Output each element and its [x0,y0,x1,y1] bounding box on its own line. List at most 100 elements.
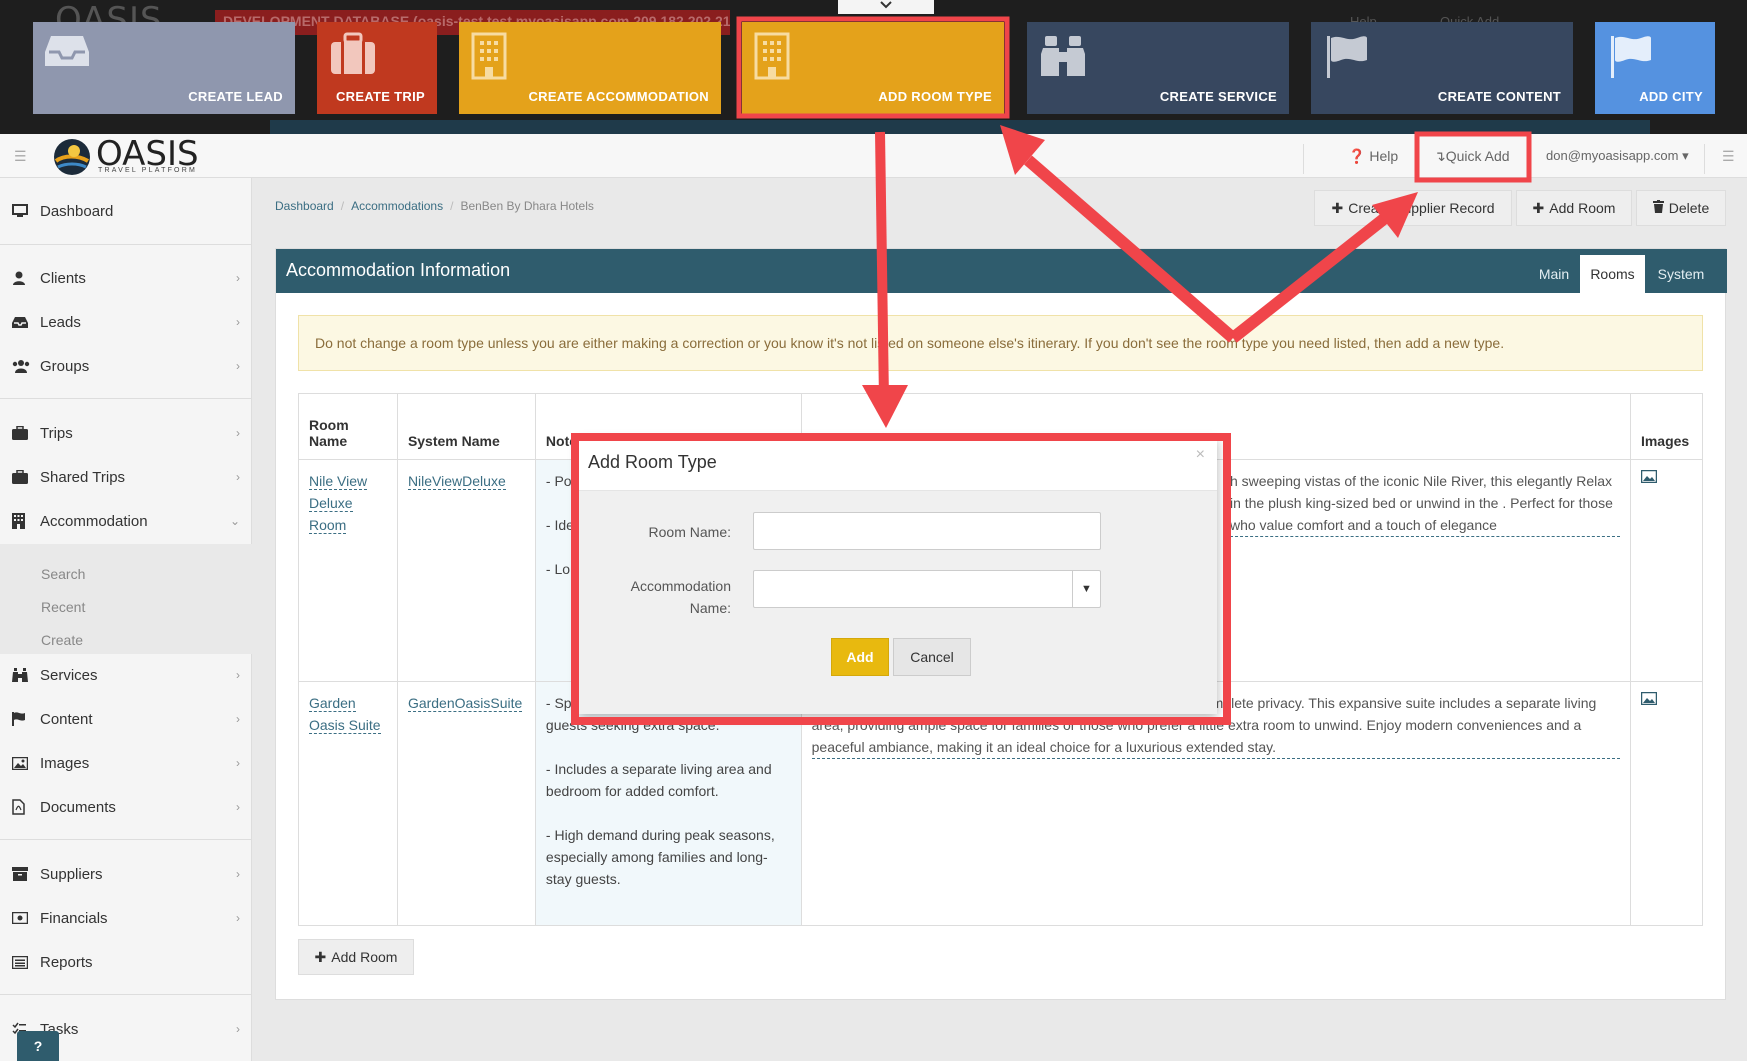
system-name-link[interactable]: NileViewDeluxe [407,473,506,490]
quick-add-toggle[interactable] [838,0,934,14]
list-icon [12,955,40,969]
sidebar-item-trips[interactable]: Trips › [0,411,252,455]
submenu-item-search[interactable]: Search [41,566,85,582]
panel-header: Accommodation Information Main Rooms Sys… [276,249,1727,293]
help-widget-button[interactable]: ? [17,1031,59,1061]
tab-system[interactable]: System [1646,255,1716,293]
sidebar-item-groups[interactable]: Groups › [0,344,252,388]
create-lead-tile[interactable]: CREATE LEAD [33,22,295,114]
sidebar-item-label: Dashboard [40,202,114,220]
sidebar-item-leads[interactable]: Leads › [0,300,252,344]
add-button[interactable]: Add [831,638,889,676]
system-name-link[interactable]: GardenOasisSuite [407,695,523,712]
create-content-tile[interactable]: CREATE CONTENT [1311,22,1573,114]
plus-icon: ✚ [314,948,327,965]
create-supplier-record-button[interactable]: ✚ Create Supplier Record [1314,190,1512,226]
submenu-item-recent[interactable]: Recent [41,599,85,615]
sidebar-item-accommodation[interactable]: Accommodation ⌄ [0,499,252,543]
sidebar-item-clients[interactable]: Clients › [0,256,252,300]
sidebar-item-documents[interactable]: Documents › [0,785,252,829]
image-icon[interactable] [1640,691,1658,708]
sidebar-item-reports[interactable]: Reports [0,940,252,984]
breadcrumb-dashboard[interactable]: Dashboard [275,199,334,213]
add-room-button-top[interactable]: ✚ Add Room [1516,190,1632,226]
sidebar-item-images[interactable]: Images › [0,741,252,785]
tile-label: CREATE SERVICE [1159,89,1277,104]
sidebar-item-label: Trips [40,424,73,442]
tile-label: CREATE CONTENT [1437,89,1561,104]
divider [1704,144,1705,174]
cancel-button[interactable]: Cancel [893,638,971,676]
divider [0,839,252,840]
room-name-link[interactable]: Nile View Deluxe Room [309,473,368,534]
accommodation-name-select[interactable]: ▼ [753,570,1101,608]
inbox-icon [45,36,89,66]
caret-down-icon[interactable]: ▼ [1072,571,1100,607]
inbox-icon [12,316,40,329]
sidebar-item-services[interactable]: Services › [0,653,252,697]
archive-icon [12,867,40,881]
sidebar-item-suppliers[interactable]: Suppliers › [0,852,252,896]
sidebar-item-label: Services [40,666,98,684]
delete-button[interactable]: Delete [1636,190,1726,226]
room-name-input[interactable] [753,512,1101,550]
button-label: Delete [1668,200,1710,216]
divider [1303,144,1304,174]
chevron-right-icon: › [236,271,240,285]
user-menu[interactable]: don@myoasisapp.com ▾ [1546,134,1689,178]
sidebar-item-shared-trips[interactable]: Shared Trips › [0,455,252,499]
menu-icon[interactable]: ☰ [14,148,27,165]
create-accommodation-tile[interactable]: CREATE ACCOMMODATION [459,22,721,114]
notes-cell[interactable]: - Sp terrace, perfect for families or gu… [534,681,802,926]
tab-rooms[interactable]: Rooms [1580,255,1645,293]
sidebar-item-content[interactable]: Content › [0,697,252,741]
note-line: - Includes a separate living area and be… [545,761,772,799]
help-label: Help [1369,148,1399,164]
level-down-icon: ↴ [1434,148,1446,164]
modal-header: Add Room Type × [579,438,1217,491]
sidebar-item-label: Documents [40,798,116,816]
breadcrumb-separator: / [450,199,454,213]
room-name-label: Room Name: [648,524,731,540]
quick-add-strip: OASIS DEVELOPMENT DATABASE (oasis-test.t… [0,0,1747,134]
divider [0,244,252,245]
button-label: Add Room [1549,200,1616,216]
chevron-right-icon: › [236,470,240,484]
divider [0,994,252,995]
sidebar-item-label: Financials [40,909,108,927]
suitcase-icon [12,426,40,440]
add-room-button-bottom[interactable]: ✚ Add Room [298,939,414,975]
add-room-type-tile[interactable]: ADD ROOM TYPE [742,22,1004,114]
help-link[interactable]: ❓ Help [1348,134,1398,178]
create-trip-tile[interactable]: CREATE TRIP [317,22,437,114]
sidebar-item-financials[interactable]: Financials › [0,896,252,940]
image-icon[interactable] [1640,469,1658,486]
desktop-icon [12,204,40,218]
trash-icon [1652,200,1664,216]
accommodation-submenu: Search Recent Create [0,544,252,654]
file-pdf-icon [12,799,40,815]
chevron-right-icon: › [236,668,240,682]
chevron-down-icon [880,1,892,9]
sidebar-item-dashboard[interactable]: Dashboard [0,189,252,233]
add-city-tile[interactable]: ADD CITY [1595,22,1715,114]
create-service-tile[interactable]: CREATE SERVICE [1027,22,1289,114]
divider [0,398,252,399]
close-icon[interactable]: × [1196,446,1205,464]
room-name-link[interactable]: Garden Oasis Suite [309,695,381,734]
modal-title: Add Room Type [588,452,717,472]
quick-add-link[interactable]: ↴Quick Add [1434,134,1510,178]
quick-add-label: Quick Add [1445,148,1510,164]
breadcrumb-accommodations[interactable]: Accommodations [351,199,443,213]
room-description[interactable]: h sweeping vistas of the iconic Nile Riv… [1229,470,1620,537]
sidebar-item-label: Reports [40,953,93,971]
tab-main[interactable]: Main [1530,255,1578,293]
submenu-item-create[interactable]: Create [41,632,83,648]
chevron-down-icon: ⌄ [229,514,240,528]
sidebar-item-label: Shared Trips [40,468,126,486]
right-menu-icon[interactable]: ☰ [1722,148,1735,165]
question-circle-icon: ❓ [1348,148,1366,164]
add-room-type-modal: Add Room Type × Room Name: Accommodation… [579,438,1217,714]
building-icon [754,32,790,80]
tile-label: ADD ROOM TYPE [878,89,992,104]
